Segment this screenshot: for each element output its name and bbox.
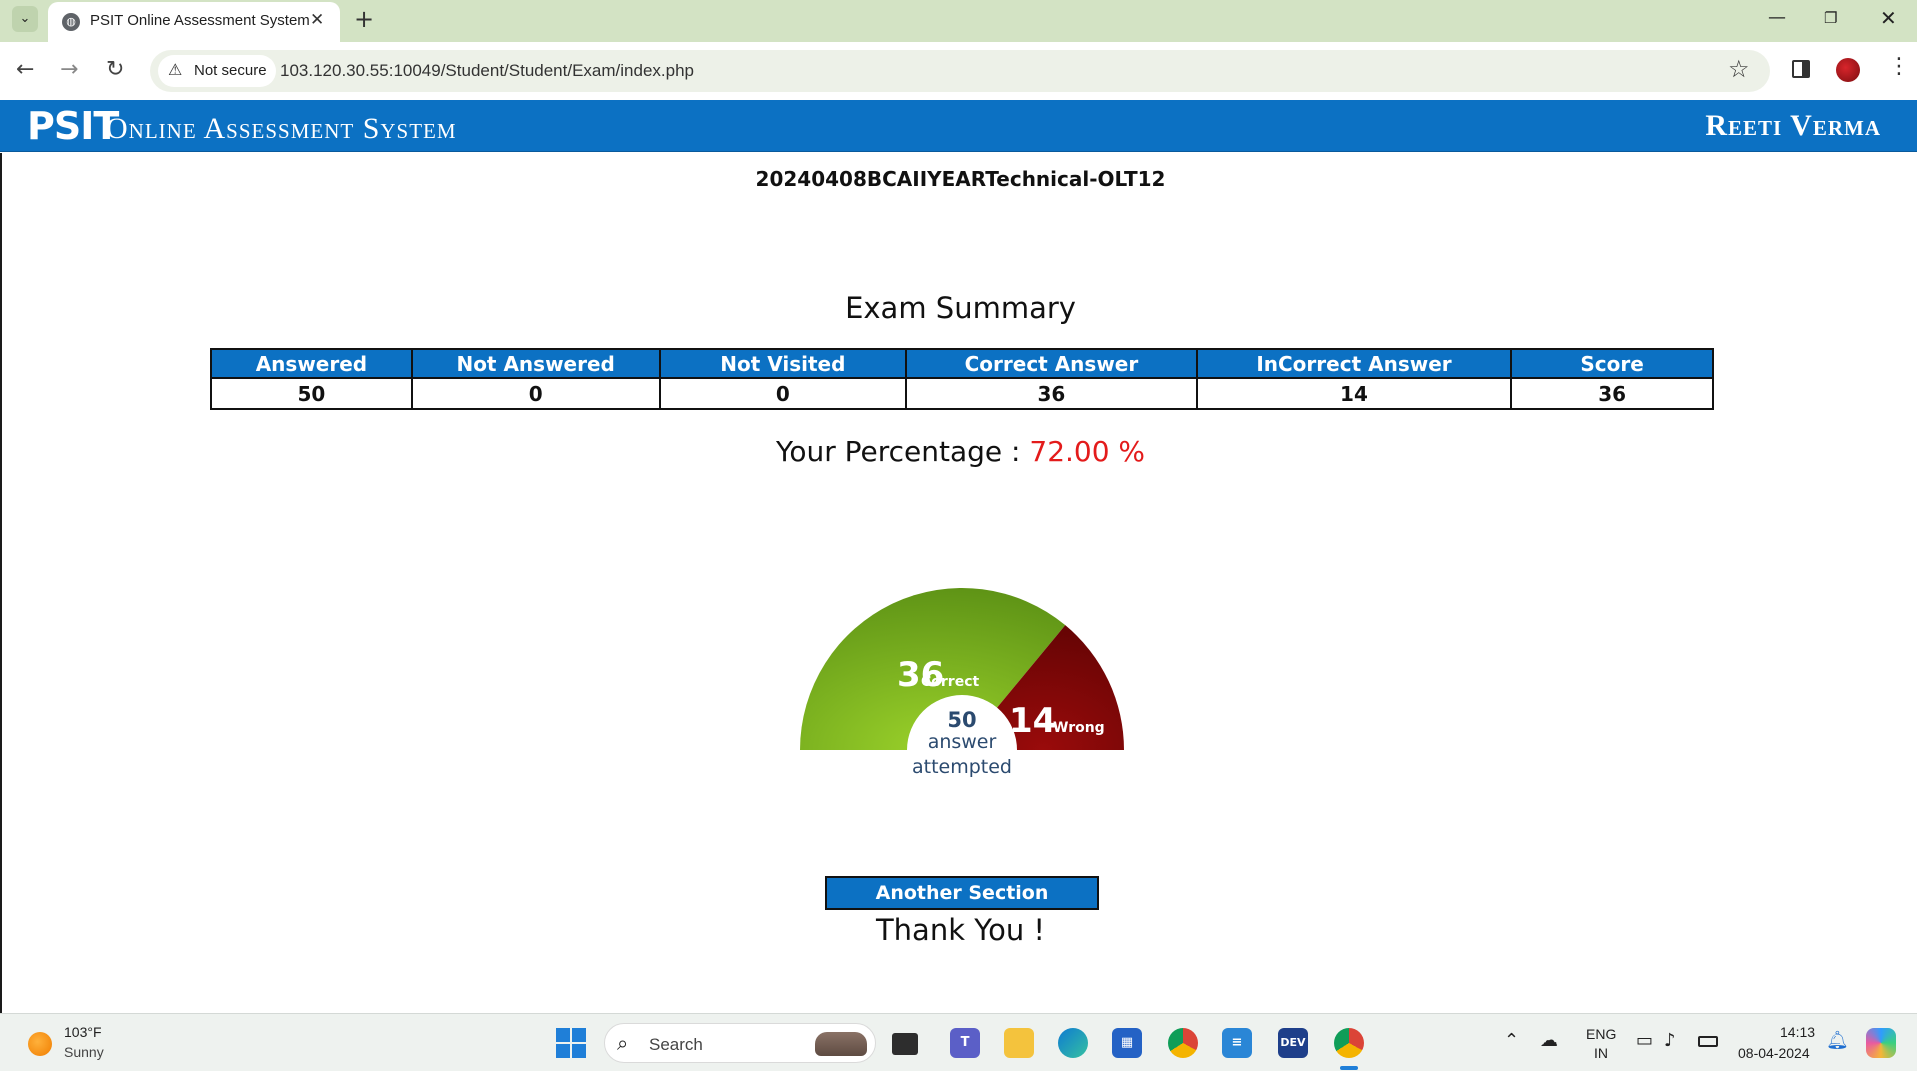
close-window-button[interactable]: ✕ xyxy=(1880,6,1897,30)
onedrive-icon[interactable]: ☁ xyxy=(1540,1030,1558,1051)
summary-values-row: 50 0 0 36 14 36 xyxy=(210,377,1714,410)
percentage-value: 72.00 % xyxy=(1029,435,1146,468)
main-content: 20240408BCAIIYEARTechnical-OLT12 Exam Su… xyxy=(0,153,1917,1013)
header-score: Score xyxy=(1510,348,1714,379)
side-panel-icon[interactable] xyxy=(1792,60,1810,78)
brand-subtitle: Online Assessment System xyxy=(106,112,457,145)
clock-time[interactable]: 14:13 xyxy=(1780,1024,1815,1040)
kebab-menu-icon[interactable]: ⋮ xyxy=(1888,54,1910,79)
file-explorer-icon[interactable] xyxy=(1004,1028,1034,1058)
battery-icon[interactable] xyxy=(1698,1036,1718,1047)
security-label: Not secure xyxy=(194,62,267,79)
show-hidden-icons-chevron-icon[interactable]: ⌃ xyxy=(1504,1030,1519,1051)
address-bar[interactable]: ⚠ Not secure 103.120.30.55:10049/Student… xyxy=(150,50,1770,92)
header-not-visited: Not Visited xyxy=(658,348,908,379)
tab-title: PSIT Online Assessment System xyxy=(90,12,310,29)
header-correct-answer: Correct Answer xyxy=(905,348,1198,379)
sun-icon[interactable] xyxy=(28,1032,52,1056)
volume-icon[interactable]: ♪ xyxy=(1664,1030,1676,1051)
tab-close-icon[interactable]: ✕ xyxy=(310,10,324,30)
security-chip[interactable]: ⚠ Not secure xyxy=(158,55,276,87)
windows-start-icon[interactable] xyxy=(556,1028,586,1058)
header-incorrect-answer: InCorrect Answer xyxy=(1195,348,1513,379)
reload-button[interactable]: ↻ xyxy=(106,56,124,84)
copilot-icon[interactable] xyxy=(1866,1028,1896,1058)
percentage-label: Your Percentage : xyxy=(775,435,1021,468)
gauge-center-line1: answer xyxy=(927,731,997,753)
value-correct-answer: 36 xyxy=(905,377,1198,410)
value-answered: 50 xyxy=(210,377,413,410)
search-highlight-image xyxy=(815,1032,867,1056)
chrome-active-icon[interactable] xyxy=(1334,1028,1364,1058)
another-section-button[interactable]: Another Section xyxy=(825,876,1099,910)
notification-bell-icon[interactable]: 🔔︎ xyxy=(1826,1030,1849,1051)
dev-cpp-icon[interactable]: DEV xyxy=(1278,1028,1308,1058)
tab-search-button[interactable]: ⌄ xyxy=(12,6,38,32)
active-app-indicator xyxy=(1340,1066,1358,1070)
browser-tab[interactable]: ◍ PSIT Online Assessment System ✕ xyxy=(48,2,340,42)
value-incorrect-answer: 14 xyxy=(1195,377,1513,410)
gauge-center-value: 50 xyxy=(947,708,976,732)
minimize-button[interactable]: — xyxy=(1768,6,1786,30)
network-icon[interactable]: ▭ xyxy=(1636,1030,1653,1051)
teams-icon[interactable]: T xyxy=(950,1028,980,1058)
exam-code: 20240408BCAIIYEARTechnical-OLT12 xyxy=(755,167,1166,191)
summary-table: Answered Not Answered Not Visited Correc… xyxy=(210,348,1714,410)
chrome-icon[interactable] xyxy=(1168,1028,1198,1058)
language-indicator[interactable]: ENG xyxy=(1586,1026,1616,1042)
browser-toolbar: ← → ↻ ⚠ Not secure 103.120.30.55:10049/S… xyxy=(0,42,1917,100)
summary-title: Exam Summary xyxy=(845,291,1076,325)
clock-date[interactable]: 08-04-2024 xyxy=(1738,1045,1810,1061)
weather-description[interactable]: Sunny xyxy=(64,1044,104,1060)
globe-icon: ◍ xyxy=(62,13,80,31)
region-indicator[interactable]: IN xyxy=(1594,1045,1608,1061)
gauge-center-caption: answer attempted xyxy=(882,730,1042,780)
summary-header-row: Answered Not Answered Not Visited Correc… xyxy=(210,348,1714,379)
brand-logo: PSIT xyxy=(27,104,119,148)
microsoft-store-icon[interactable]: ▦ xyxy=(1112,1028,1142,1058)
notepad-icon[interactable]: ≡ xyxy=(1222,1028,1252,1058)
value-score: 36 xyxy=(1510,377,1714,410)
search-placeholder: Search xyxy=(649,1035,703,1054)
gauge-correct-label: Correct xyxy=(921,674,979,690)
windows-taskbar: 103°F Sunny ⌕ Search T ▦ ≡ DEV ⌃ ☁ ENG I… xyxy=(0,1013,1917,1071)
gauge-center-line2: attempted xyxy=(911,756,1012,778)
score-gauge: 36 Correct 14 Wrong 50 xyxy=(800,588,1124,750)
bookmark-star-icon[interactable]: ☆ xyxy=(1728,55,1750,83)
new-tab-button[interactable]: + xyxy=(354,6,374,32)
url-text[interactable]: 103.120.30.55:10049/Student/Student/Exam… xyxy=(280,61,694,81)
warning-icon: ⚠ xyxy=(168,60,183,79)
restore-button[interactable]: ❐ xyxy=(1824,6,1837,30)
taskbar-search[interactable]: ⌕ Search xyxy=(604,1023,876,1063)
header-not-answered: Not Answered xyxy=(410,348,661,379)
thank-you-message: Thank You ! xyxy=(875,913,1046,947)
gauge-wrong-label: Wrong xyxy=(1053,720,1105,736)
edge-icon[interactable] xyxy=(1058,1028,1088,1058)
profile-avatar[interactable] xyxy=(1836,58,1860,82)
user-name: Reeti Verma xyxy=(1705,109,1881,142)
back-button[interactable]: ← xyxy=(16,56,34,84)
value-not-answered: 0 xyxy=(410,377,661,410)
value-not-visited: 0 xyxy=(658,377,908,410)
weather-temperature[interactable]: 103°F xyxy=(64,1024,102,1040)
header-answered: Answered xyxy=(210,348,413,379)
site-header: PSIT Online Assessment System Reeti Verm… xyxy=(0,100,1917,152)
browser-tabstrip: ⌄ ◍ PSIT Online Assessment System ✕ + — … xyxy=(0,0,1917,42)
task-view-icon[interactable] xyxy=(892,1033,918,1055)
percentage-line: Your Percentage : 72.00 % xyxy=(2,435,1917,468)
search-icon: ⌕ xyxy=(617,1031,629,1055)
forward-button[interactable]: → xyxy=(60,56,78,84)
